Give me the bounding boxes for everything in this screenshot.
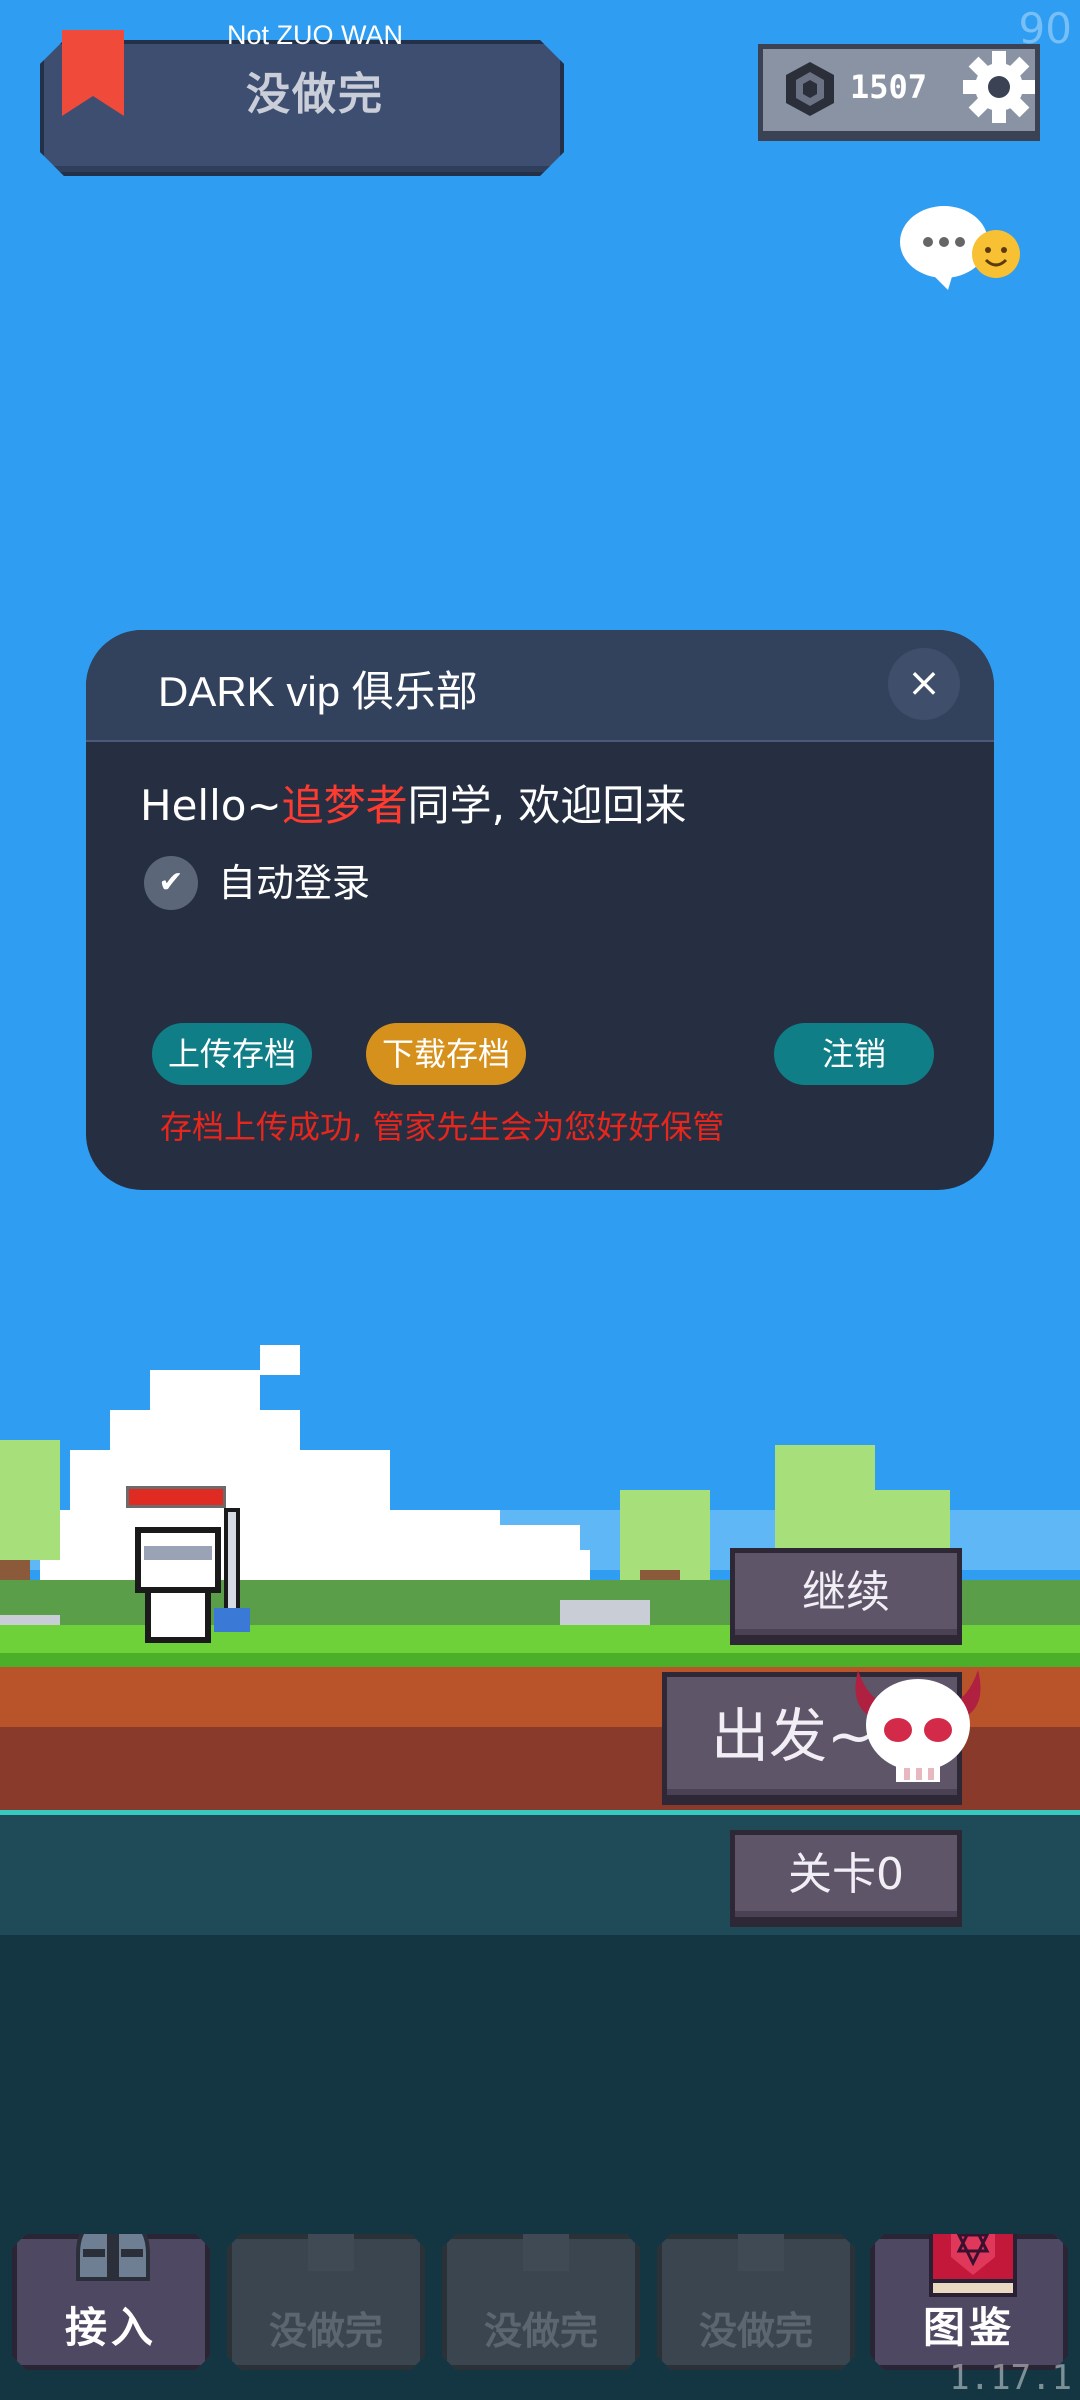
bookmark-icon xyxy=(62,30,124,116)
continue-button[interactable]: 继续 xyxy=(730,1548,962,1640)
nav-label: 接入 xyxy=(64,2303,157,2352)
vip-login-dialog: DARK vip 俱乐部 × Hello~追梦者同学, 欢迎回来 ✔ 自动登录 … xyxy=(86,630,994,1190)
level-button[interactable]: 关卡0 xyxy=(730,1830,962,1922)
profile-status: 没做完 xyxy=(246,69,384,120)
close-icon[interactable]: × xyxy=(888,648,960,720)
auto-login-label[interactable]: 自动登录 xyxy=(218,856,370,910)
nav-slot-connect[interactable]: 接入 xyxy=(12,2234,210,2370)
nav-label: 图鉴 xyxy=(922,2303,1015,2352)
gem-icon xyxy=(786,62,834,116)
dialog-title: DARK vip 俱乐部 xyxy=(158,668,478,715)
knight-hero-sprite xyxy=(135,1508,250,1643)
nav-label: 没做完 xyxy=(268,2309,383,2353)
nav-slot-locked-1: 没做完 xyxy=(227,2234,425,2370)
nav-slot-locked-3: 没做完 xyxy=(657,2234,855,2370)
upload-save-button[interactable]: 上传存档 xyxy=(152,1023,312,1085)
version-label: 1.17.1 xyxy=(949,2358,1072,2398)
nav-slot-codex[interactable]: 图鉴 xyxy=(870,2234,1068,2370)
nav-slot-locked-2: 没做完 xyxy=(442,2234,640,2370)
auto-login-checkbox[interactable]: ✔ xyxy=(144,856,198,910)
profile-name: Not ZUO WAN xyxy=(226,20,403,50)
nav-label: 没做完 xyxy=(483,2309,598,2353)
logout-button[interactable]: 注销 xyxy=(774,1023,934,1085)
horned-skull-icon xyxy=(855,1670,981,1782)
download-save-button[interactable]: 下载存档 xyxy=(366,1023,526,1085)
greeting-prefix: Hello~ xyxy=(140,781,282,830)
chat-bubble-icon[interactable] xyxy=(898,200,1026,300)
greeting-suffix: 同学, 欢迎回来 xyxy=(407,781,687,830)
upload-status-message: 存档上传成功, 管家先生会为您好好保管 xyxy=(160,1108,725,1146)
currency-value: 1507 xyxy=(850,68,928,106)
gear-icon[interactable] xyxy=(960,48,1038,126)
greeting-text: Hello~追梦者同学, 欢迎回来 xyxy=(140,772,686,833)
nav-label: 没做完 xyxy=(698,2309,813,2353)
greeting-username: 追梦者 xyxy=(281,781,408,830)
